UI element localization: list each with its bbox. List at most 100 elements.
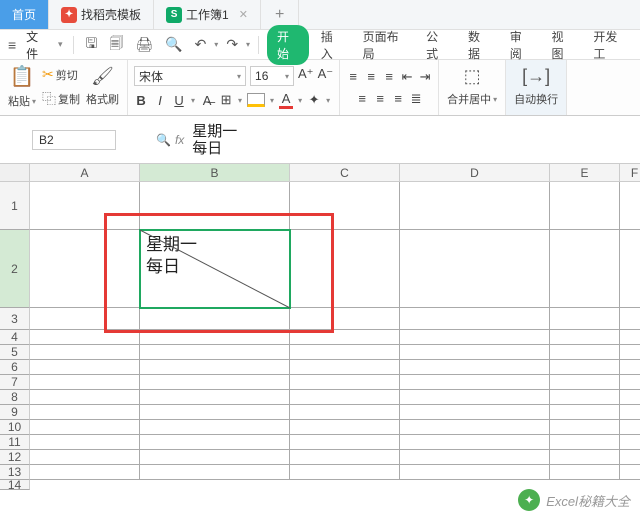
tab-templates[interactable]: ✦ 找稻壳模板 [49,0,154,29]
plus-icon: + [275,6,284,24]
save-icon[interactable]: 🖫 [81,33,101,57]
col-header[interactable]: E [550,164,620,182]
format-painter-icon[interactable]: 🖌 [91,66,114,87]
menu-layout[interactable]: 页面布局 [355,28,415,62]
doctype-icon: ✦ [61,7,77,23]
indent-dec-icon[interactable]: ⇤ [400,69,414,85]
menu-review[interactable]: 审阅 [502,28,540,62]
menu-file[interactable]: 文件 [22,28,52,62]
format-painter-button[interactable]: 格式刷 [84,89,121,109]
increase-font-icon[interactable]: A⁺ [298,66,314,86]
name-box[interactable]: B2 [32,130,116,150]
tab-home-label: 首页 [12,6,36,23]
col-header[interactable]: D [400,164,550,182]
align-center-icon[interactable]: ≡ [373,91,387,107]
search-icon[interactable]: 🔍 [156,133,171,147]
tab-templates-label: 找稻壳模板 [81,6,141,23]
row-header[interactable]: 11 [0,435,30,450]
row-header[interactable]: 1 [0,182,30,230]
align-top-icon[interactable]: ≡ [346,69,360,85]
font-color-button[interactable]: A [279,91,293,109]
menu-start[interactable]: 开始 [267,25,309,65]
col-header[interactable]: B [140,164,290,182]
row-header[interactable]: 2 [0,230,30,308]
underline-button[interactable]: U [172,93,186,108]
menu-view[interactable]: 视图 [544,28,582,62]
align-left-icon[interactable]: ≡ [355,91,369,107]
chevron-down-icon: ▾ [237,72,241,81]
save-as-icon[interactable]: 🗐 [105,33,127,57]
row-header[interactable]: 7 [0,375,30,390]
tab-home[interactable]: 首页 [0,0,49,29]
ribbon-merge: ⬚ 合并居中▾ [439,60,506,115]
app-tab-bar: 首页 ✦ 找稻壳模板 S 工作簿1 ✕ + [0,0,640,30]
fill-color-button[interactable] [247,93,265,107]
wrap-icon[interactable]: [→] [522,66,550,87]
align-right-icon[interactable]: ≡ [391,91,405,107]
chevron-down-icon[interactable]: ▾ [246,40,250,49]
spreadsheet-grid[interactable]: A B C D E F 1 2 3 4 5 6 7 8 9 10 11 12 1… [0,164,640,524]
row-header[interactable]: 14 [0,480,30,490]
distribute-icon[interactable]: ≣ [409,91,423,107]
copy-button[interactable]: ⿻复制 [40,87,82,111]
chevron-down-icon[interactable]: ▾ [56,39,65,50]
menu-formula[interactable]: 公式 [418,28,456,62]
ribbon-clipboard: 📋 粘贴▾ ✂剪切 ⿻复制 🖌 格式刷 [0,60,128,115]
formula-input[interactable]: 星期一 每日 [192,123,237,157]
decrease-font-icon[interactable]: A⁻ [318,66,334,86]
copy-icon: ⿻ [42,89,56,109]
redo-icon[interactable]: ↷ [222,36,242,53]
col-header[interactable]: C [290,164,400,182]
row-headers: 1 2 3 4 5 6 7 8 9 10 11 12 13 14 [0,182,30,490]
bold-button[interactable]: B [134,93,148,108]
font-size-select[interactable]: 16▾ [250,66,294,86]
col-header[interactable]: A [30,164,140,182]
row-header[interactable]: 9 [0,405,30,420]
menu-insert[interactable]: 插入 [313,28,351,62]
menu-data[interactable]: 数据 [460,28,498,62]
paste-button[interactable]: 粘贴▾ [6,91,38,111]
tab-workbook-label: 工作簿1 [186,6,229,23]
align-middle-icon[interactable]: ≡ [364,69,378,85]
watermark: ✦ Excel秘籍大全 [518,489,630,511]
indent-inc-icon[interactable]: ⇥ [418,69,432,85]
strike-button[interactable]: A̶ [200,93,214,108]
col-header[interactable]: F [620,164,640,182]
ribbon: 📋 粘贴▾ ✂剪切 ⿻复制 🖌 格式刷 宋体▾ 16▾ A⁺ A⁻ B I U ▾… [0,60,640,116]
menu-dev[interactable]: 开发工 [585,28,634,62]
print-icon[interactable]: 🖨 [131,36,157,53]
close-icon[interactable]: ✕ [239,8,248,21]
row-header[interactable]: 12 [0,450,30,465]
cut-button[interactable]: ✂剪切 [40,64,80,85]
row-header[interactable]: 10 [0,420,30,435]
wrap-text-button[interactable]: 自动换行 [512,89,560,109]
font-family-select[interactable]: 宋体▾ [134,66,246,86]
undo-icon[interactable]: ↶ [191,36,211,53]
align-bottom-icon[interactable]: ≡ [382,69,396,85]
merge-center-button[interactable]: 合并居中▾ [445,89,499,109]
select-all-corner[interactable] [0,164,30,182]
border-button[interactable]: ⊞ [219,92,233,108]
print-preview-icon[interactable]: 🔍 [161,36,186,53]
fx-label[interactable]: fx [175,133,184,147]
phonetic-button[interactable]: ✦ [307,92,321,108]
row-header[interactable]: 8 [0,390,30,405]
paste-icon[interactable]: 📋 [10,64,35,89]
chevron-down-icon: ▾ [285,72,289,81]
row-header[interactable]: 3 [0,308,30,330]
chevron-down-icon[interactable]: ▾ [214,40,218,49]
row-header[interactable]: 4 [0,330,30,345]
italic-button[interactable]: I [153,93,167,108]
cell-b2-content: 星期一 每日 [146,234,197,278]
cell-area[interactable] [30,182,640,480]
menu-icon[interactable]: ≡ [6,37,18,53]
ribbon-wrap: [→] 自动换行 [506,60,567,115]
wechat-icon: ✦ [518,489,540,511]
menu-bar: ≡ 文件 ▾ 🖫 🗐 🖨 🔍 ↶▾ ↷▾ 开始 插入 页面布局 公式 数据 审阅… [0,30,640,60]
column-headers: A B C D E F [30,164,640,182]
ribbon-font: 宋体▾ 16▾ A⁺ A⁻ B I U▾ A̶ ⊞▾ ▾ A▾ ✦▾ [128,60,340,115]
merge-icon[interactable]: ⬚ [464,66,481,87]
tab-workbook[interactable]: S 工作簿1 ✕ [154,0,261,29]
row-header[interactable]: 5 [0,345,30,360]
row-header[interactable]: 6 [0,360,30,375]
